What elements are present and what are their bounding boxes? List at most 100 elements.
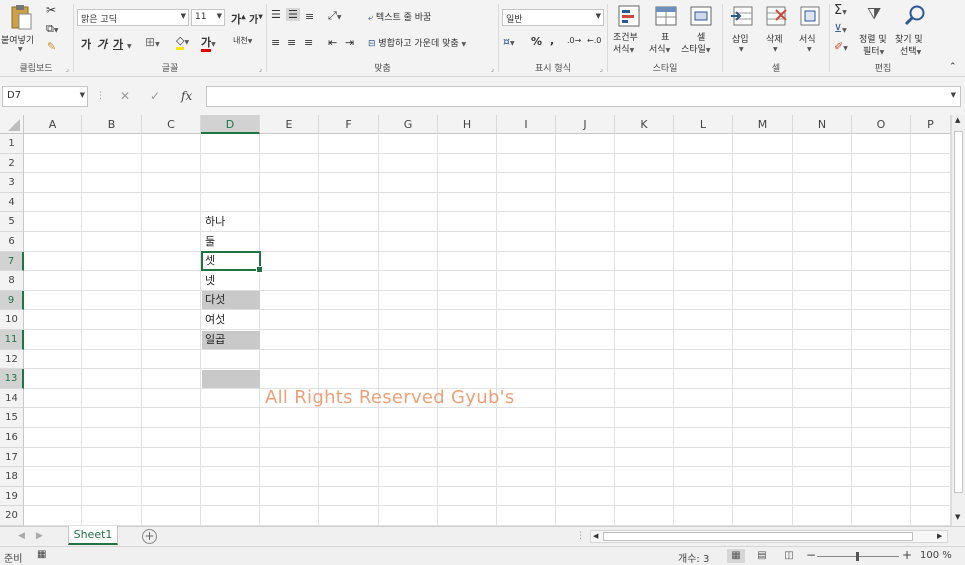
collapse-ribbon-icon[interactable]: ⌃: [949, 62, 957, 72]
orientation-icon[interactable]: ⤢▼: [328, 9, 341, 23]
cell-d10[interactable]: 여섯: [202, 311, 260, 329]
percent-button[interactable]: %: [531, 35, 542, 48]
scroll-left-icon[interactable]: ◀: [593, 532, 598, 540]
cell-d9[interactable]: 다섯: [202, 291, 260, 310]
column-header-e[interactable]: E: [260, 115, 319, 134]
cell-d11[interactable]: 일곱: [202, 330, 260, 349]
column-header-i[interactable]: I: [497, 115, 556, 134]
borders-button[interactable]: ⊞▼: [145, 35, 160, 49]
row-header-15[interactable]: 15: [0, 408, 24, 428]
format-painter-icon[interactable]: ✎: [47, 40, 56, 53]
row-header-8[interactable]: 8: [0, 271, 24, 291]
shrink-font-button[interactable]: 가▼: [249, 11, 263, 26]
bold-button[interactable]: 가: [81, 36, 91, 52]
accounting-format-button[interactable]: ¤▼: [503, 35, 515, 48]
row-header-11[interactable]: 11: [0, 330, 24, 350]
font-size-select[interactable]: 11 ▼: [191, 9, 225, 26]
name-box[interactable]: D7 ▼: [2, 86, 88, 107]
column-header-d[interactable]: D: [201, 115, 260, 134]
alignment-launcher-icon[interactable]: ⌟: [491, 65, 494, 73]
decrease-decimal-icon[interactable]: ←.0: [587, 36, 601, 45]
row-header-10[interactable]: 10: [0, 310, 24, 330]
font-color-button[interactable]: 가▼: [201, 34, 216, 52]
row-header-13[interactable]: 13: [0, 369, 24, 389]
worksheet-grid[interactable]: ABCDEFGHIJKLMNOP 1 2 3 4 5 6 7 8 9 10 11 12 13 14 15 16…: [0, 115, 965, 526]
cell-d5[interactable]: 하나: [202, 213, 260, 231]
zoom-slider[interactable]: [817, 552, 899, 561]
insert-function-icon[interactable]: fx: [181, 89, 192, 103]
decrease-indent-icon[interactable]: ⇤: [328, 36, 337, 49]
merge-center-button[interactable]: ⊟ 병합하고 가운데 맞춤 ▼: [368, 36, 466, 49]
row-header-9[interactable]: 9: [0, 290, 24, 311]
copy-icon[interactable]: ⧉▼: [46, 22, 58, 36]
row-header-4[interactable]: 4: [0, 192, 24, 213]
cell-d8[interactable]: 넷: [202, 272, 260, 290]
phonetic-button[interactable]: 내천▼: [233, 35, 252, 46]
expand-formula-icon[interactable]: ▼: [951, 91, 956, 99]
next-sheet-icon[interactable]: ▶: [36, 531, 43, 541]
row-header-12[interactable]: 12: [0, 349, 24, 370]
column-header-k[interactable]: K: [615, 115, 674, 134]
enter-icon[interactable]: ✓: [150, 89, 160, 103]
splitter-icon[interactable]: ⋮: [576, 531, 585, 541]
formula-input[interactable]: ▼: [206, 86, 961, 107]
clipboard-launcher-icon[interactable]: ⌟: [66, 65, 69, 73]
row-header-19[interactable]: 19: [0, 486, 24, 507]
conditional-format-button[interactable]: 조건부 서식▼: [611, 4, 647, 60]
prev-sheet-icon[interactable]: ◀: [18, 531, 25, 541]
align-top-icon[interactable]: ☰: [271, 8, 281, 21]
insert-button[interactable]: 삽입 ▼: [726, 4, 758, 60]
align-center-icon[interactable]: ≡: [287, 36, 296, 49]
align-bottom-icon[interactable]: ≡: [305, 10, 314, 23]
paste-dropdown-icon[interactable]: ▼: [18, 46, 23, 53]
page-break-view-icon[interactable]: ◫: [780, 549, 798, 563]
horizontal-scroll-thumb[interactable]: [603, 532, 913, 541]
fill-button[interactable]: ⊻▼: [834, 22, 847, 35]
font-launcher-icon[interactable]: ⌟: [259, 65, 262, 73]
column-header-m[interactable]: M: [733, 115, 793, 134]
grow-font-button[interactable]: 가▲: [231, 11, 246, 27]
row-header-17[interactable]: 17: [0, 447, 24, 468]
column-header-o[interactable]: O: [852, 115, 911, 134]
row-header-18[interactable]: 18: [0, 467, 24, 487]
row-header-2[interactable]: 2: [0, 153, 24, 174]
cell-styles-button[interactable]: 셀 스타일▼: [681, 4, 719, 60]
row-header-14[interactable]: 14: [0, 388, 24, 409]
scroll-down-icon[interactable]: ▼: [955, 513, 960, 521]
add-sheet-icon[interactable]: +: [142, 529, 157, 544]
column-header-b[interactable]: B: [82, 115, 142, 134]
horizontal-scrollbar[interactable]: ◀ ▶: [590, 530, 948, 543]
row-header-16[interactable]: 16: [0, 428, 24, 448]
vertical-scroll-thumb[interactable]: [954, 131, 963, 493]
sort-filter-button[interactable]: ⧩ 정렬 및 필터▼: [859, 4, 893, 60]
italic-button[interactable]: 가: [97, 36, 107, 52]
font-name-select[interactable]: 맑은 고딕 ▼: [77, 9, 189, 26]
row-header-20[interactable]: 20: [0, 506, 24, 526]
column-header-l[interactable]: L: [674, 115, 733, 134]
row-header-7[interactable]: 7: [0, 251, 24, 272]
row-header-3[interactable]: 3: [0, 173, 24, 193]
increase-indent-icon[interactable]: ⇥: [345, 36, 354, 49]
format-as-table-button[interactable]: 표 서식▼: [649, 4, 683, 60]
zoom-out-icon[interactable]: −: [806, 548, 816, 562]
column-header-p[interactable]: P: [911, 115, 951, 134]
scroll-right-icon[interactable]: ▶: [937, 532, 942, 540]
macro-record-icon[interactable]: ▦: [37, 549, 46, 560]
cut-icon[interactable]: ✂: [46, 3, 56, 17]
cell-d13[interactable]: [202, 369, 260, 388]
cancel-icon[interactable]: ✕: [120, 89, 130, 103]
row-header-5[interactable]: 5: [0, 212, 24, 232]
paste-button[interactable]: 붙여넣기 ▼: [1, 2, 40, 56]
column-header-g[interactable]: G: [379, 115, 438, 134]
column-header-j[interactable]: J: [556, 115, 615, 134]
clear-button[interactable]: ✐▼: [834, 40, 848, 53]
vertical-scrollbar[interactable]: ▲ ▼: [951, 115, 965, 526]
active-cell-outline[interactable]: [201, 250, 263, 273]
page-layout-view-icon[interactable]: ▤: [753, 549, 771, 563]
align-right-icon[interactable]: ≡: [304, 36, 313, 49]
fill-color-button[interactable]: ◇▼: [176, 34, 189, 50]
column-header-f[interactable]: F: [319, 115, 379, 134]
column-header-c[interactable]: C: [142, 115, 201, 134]
zoom-in-icon[interactable]: +: [902, 548, 912, 562]
zoom-level[interactable]: 100 %: [920, 550, 952, 561]
